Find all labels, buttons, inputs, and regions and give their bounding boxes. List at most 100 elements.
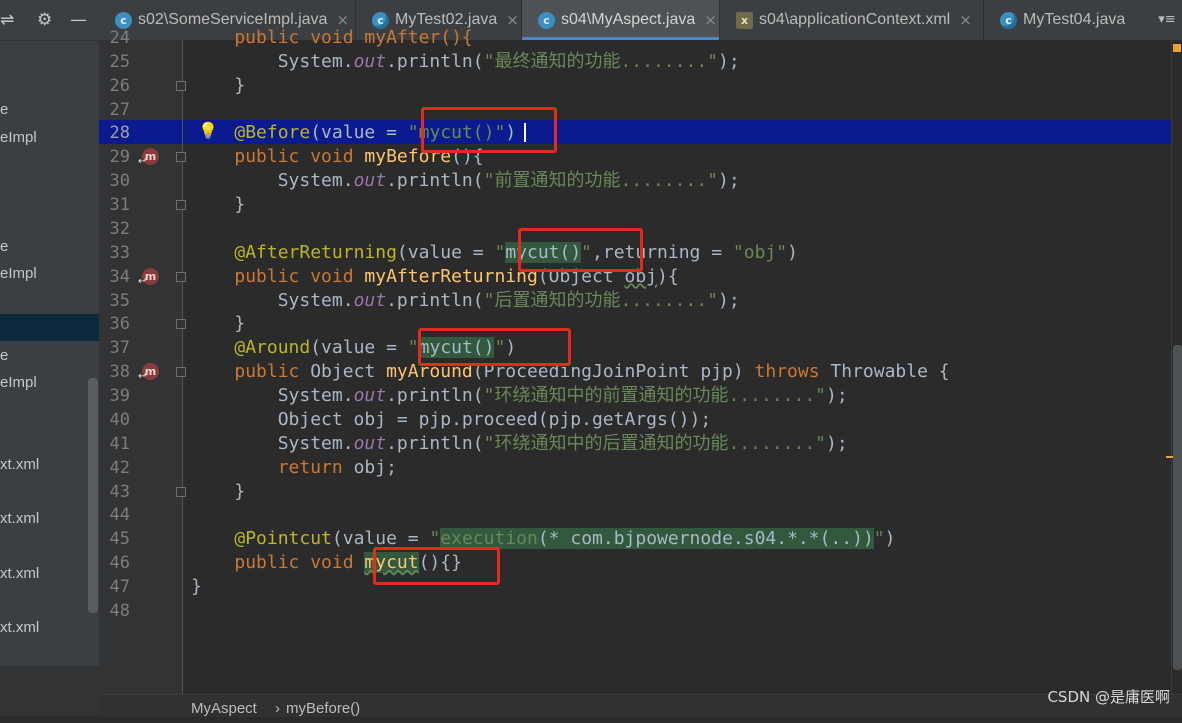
code-token: } (191, 194, 246, 216)
line-number[interactable]: 48 (99, 599, 130, 623)
code-line[interactable]: 39 System.out.println("环绕通知中的前置通知的功能....… (0, 384, 1182, 408)
code-line[interactable]: 30 System.out.println("前置通知的功能........")… (0, 169, 1182, 193)
fold-icon[interactable] (176, 367, 186, 378)
fold-icon[interactable] (176, 486, 186, 497)
breadcrumb-method[interactable]: myBefore() (286, 695, 360, 723)
line-number[interactable]: 31 (99, 193, 130, 217)
line-number[interactable]: 34 (99, 265, 130, 289)
code-token: .println( (386, 432, 484, 454)
line-number[interactable]: 32 (99, 217, 130, 241)
line-number[interactable]: 27 (99, 98, 130, 122)
code-line[interactable]: 40 Object obj = pjp.proceed(pjp.getArgs(… (0, 408, 1182, 432)
code-line[interactable]: 46 public void mycut(){} (0, 551, 1182, 575)
fold-icon[interactable] (176, 200, 186, 211)
code-line[interactable]: 27 (0, 98, 1182, 122)
code-line[interactable]: 26 } (0, 74, 1182, 98)
code-token: System. (191, 50, 354, 72)
code-line[interactable]: 47} (0, 575, 1182, 599)
line-number[interactable]: 47 (99, 575, 130, 599)
lightbulb-icon[interactable]: 💡 (198, 121, 218, 141)
code-text: System.out.println("后置通知的功能........"); (191, 289, 740, 313)
line-number[interactable]: 29 (99, 145, 130, 169)
code-token: (* com.bjpowernode.s04.*.*(..)) (537, 528, 874, 550)
breadcrumb: MyAspect › myBefore() (99, 694, 1182, 717)
line-number[interactable]: 33 (99, 241, 130, 265)
aspect-advice-icon[interactable]: m ↩ (138, 363, 160, 382)
code-text: } (191, 74, 245, 98)
code-token: .println( (386, 385, 484, 407)
code-token: ) (787, 241, 798, 263)
line-number[interactable]: 46 (99, 551, 130, 575)
code-token: public (234, 361, 311, 383)
fold-icon[interactable] (176, 271, 186, 282)
line-number[interactable]: 37 (99, 336, 130, 360)
fold-icon[interactable] (176, 319, 186, 330)
code-line[interactable]: 44 (0, 503, 1182, 527)
code-token: public void myAfter(){ (191, 27, 473, 48)
aspect-advice-icon[interactable]: m ↩ (138, 148, 160, 167)
code-line[interactable]: 25 System.out.println("最终通知的功能........")… (0, 50, 1182, 74)
code-line[interactable]: 36 } (0, 312, 1182, 336)
code-text: Object obj = pjp.proceed(pjp.getArgs()); (191, 408, 711, 432)
code-line[interactable]: 35 System.out.println("后置通知的功能........")… (0, 289, 1182, 313)
line-number[interactable]: 44 (99, 503, 130, 527)
code-token: return (277, 456, 354, 478)
line-number[interactable]: 45 (99, 527, 130, 551)
code-line[interactable]: 38 public Object myAround(ProceedingJoin… (0, 360, 1182, 384)
code-line[interactable]: 24 public void myAfter(){ (0, 26, 1182, 50)
line-number[interactable]: 41 (99, 432, 130, 456)
code-token: @Pointcut (234, 528, 332, 550)
code-text: } (191, 480, 245, 504)
code-line[interactable]: 42 return obj; (0, 456, 1182, 480)
line-number[interactable]: 42 (99, 456, 130, 480)
line-number[interactable]: 43 (99, 480, 130, 504)
code-token: System. (191, 170, 354, 192)
code-token: System. (191, 432, 354, 454)
line-number[interactable]: 40 (99, 408, 130, 432)
code-line[interactable]: 45 @Pointcut(value = "execution(* com.bj… (0, 527, 1182, 551)
code-line[interactable]: 31 } (0, 193, 1182, 217)
line-number[interactable]: 35 (99, 289, 130, 313)
line-number[interactable]: 30 (99, 169, 130, 193)
code-token: out (353, 170, 387, 192)
code-text: System.out.println("最终通知的功能........"); (191, 50, 740, 74)
breadcrumb-class[interactable]: MyAspect (191, 695, 257, 723)
code-text: System.out.println("环绕通知中的后置通知的功能.......… (191, 432, 848, 456)
aspect-advice-icon[interactable]: m ↩ (138, 267, 160, 287)
code-text: @AfterReturning(value = "mycut()",return… (191, 241, 798, 265)
code-line[interactable]: 29 public void myBefore(){m ↩ (0, 145, 1182, 169)
line-number[interactable]: 26 (99, 74, 130, 98)
code-line[interactable]: 48 (0, 599, 1182, 623)
code-token: out (353, 50, 387, 72)
code-line[interactable]: 41 System.out.println("环绕通知中的后置通知的功能....… (0, 432, 1182, 456)
code-text: System.out.println("环绕通知中的前置通知的功能.......… (191, 384, 848, 408)
warning-marker-icon[interactable] (1173, 44, 1181, 52)
line-number[interactable]: 28 (99, 121, 130, 145)
fold-icon[interactable] (176, 80, 186, 91)
code-token: } (191, 480, 246, 502)
code-line[interactable]: 37 @Around(value = "mycut()") (0, 336, 1182, 360)
line-number[interactable]: 38 (99, 360, 130, 384)
line-number[interactable]: 25 (99, 50, 130, 74)
line-number[interactable]: 36 (99, 312, 130, 336)
code-line[interactable]: 43 } (0, 480, 1182, 504)
code-token: ); (718, 50, 740, 72)
code-token: out (353, 289, 387, 311)
code-token: @Around (234, 337, 311, 359)
code-token: ); (718, 170, 740, 192)
editor-scrollbar[interactable] (1173, 345, 1182, 670)
code-token: public void (234, 146, 365, 168)
code-line[interactable]: 28 @Before(value = "mycut()") (0, 121, 1182, 145)
fold-icon[interactable] (176, 152, 186, 163)
line-number[interactable]: 39 (99, 384, 130, 408)
code-text: } (191, 575, 202, 599)
code-token: Object (310, 361, 387, 383)
code-token: (value = (396, 241, 495, 263)
line-number[interactable]: 24 (99, 26, 130, 50)
code-token: .println( (386, 170, 484, 192)
